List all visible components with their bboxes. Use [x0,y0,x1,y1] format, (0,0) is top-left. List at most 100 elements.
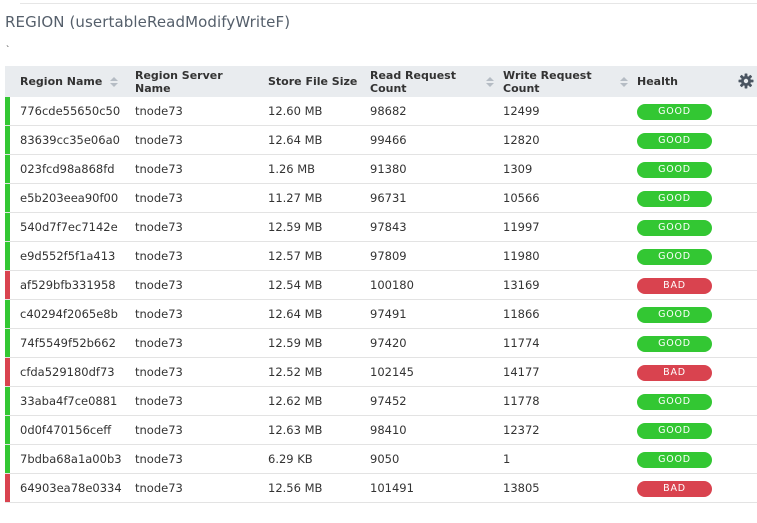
table-row[interactable]: 7bdba68a1a00b3 tnode73 6.29 KB 9050 1 GOOD [5,445,757,474]
health-indicator-bar [5,474,10,502]
health-cell: GOOD [627,393,747,410]
table-row[interactable]: 776cde55650c50 tnode73 12.60 MB 98682 12499 G… [5,97,757,126]
store-file-size-cell: 6.29 KB [268,452,313,466]
read-request-count-cell: 97809 [370,249,407,263]
sort-icon[interactable] [486,76,494,88]
read-request-count-cell: 98410 [370,423,407,437]
region-name-cell: 7bdba68a1a00b3 [20,452,122,466]
health-cell: GOOD [627,422,747,439]
health-cell: GOOD [627,335,747,352]
store-file-size-cell: 12.52 MB [268,365,323,379]
write-request-count-cell: 11774 [503,336,540,350]
region-server-cell: tnode73 [135,336,183,350]
table-row[interactable]: af529bfb331958 tnode73 12.54 MB 100180 13169… [5,271,757,300]
table-row[interactable]: cfda529180df73 tnode73 12.52 MB 102145 14177… [5,358,757,387]
table-row[interactable]: e5b203eea90f00 tnode73 11.27 MB 96731 10566 G… [5,184,757,213]
store-file-size-cell: 12.64 MB [268,133,323,147]
write-request-count-cell: 13169 [503,278,540,292]
column-header-label: Region Name [20,75,103,88]
health-indicator-bar [5,184,10,212]
table-row[interactable]: 540d7f7ec7142e tnode73 12.59 MB 97843 11997 G… [5,213,757,242]
status-badge: GOOD [637,190,712,207]
region-server-cell: tnode73 [135,452,183,466]
store-file-size-cell: 12.54 MB [268,278,323,292]
top-divider [20,3,757,4]
status-badge: GOOD [637,161,712,178]
column-header-store-file-size[interactable]: Store File Size [258,66,360,97]
sort-icon[interactable] [620,76,628,88]
health-indicator-bar [5,329,10,357]
table-row[interactable]: 0d0f470156ceff tnode73 12.63 MB 98410 12372 G… [5,416,757,445]
region-name-cell: 540d7f7ec7142e [20,220,118,234]
region-name-cell: cfda529180df73 [20,365,115,379]
read-request-count-cell: 101491 [370,481,414,495]
column-header-label: Write Request Count [503,68,592,95]
write-request-count-cell: 12372 [503,423,540,437]
health-cell: GOOD [627,451,747,468]
table-body: 776cde55650c50 tnode73 12.60 MB 98682 12499 G… [5,97,757,503]
read-request-count-cell: 97452 [370,394,407,408]
region-name-cell: c40294f2065e8b [20,307,118,321]
status-badge: GOOD [637,219,712,236]
status-badge: BAD [637,480,712,497]
health-cell: GOOD [627,103,747,120]
health-cell: BAD [627,277,747,294]
tick-mark: ` [6,45,10,56]
health-cell: BAD [627,364,747,381]
region-server-cell: tnode73 [135,481,183,495]
table-row[interactable]: 83639cc35e06a0 tnode73 12.64 MB 99466 12820 G… [5,126,757,155]
column-header-health[interactable]: Health [627,66,747,97]
region-server-cell: tnode73 [135,191,183,205]
table-row[interactable]: 023fcd98a868fd tnode73 1.26 MB 91380 1309 GOO… [5,155,757,184]
region-name-cell: af529bfb331958 [20,278,116,292]
health-indicator-bar [5,300,10,328]
read-request-count-cell: 100180 [370,278,414,292]
table-row[interactable]: 64903ea78e0334 tnode73 12.56 MB 101491 13805… [5,474,757,503]
region-name-cell: 83639cc35e06a0 [20,133,120,147]
read-request-count-cell: 91380 [370,162,407,176]
status-badge: BAD [637,277,712,294]
sort-icon[interactable] [110,76,119,88]
health-indicator-bar [5,242,10,270]
write-request-count-cell: 12499 [503,104,540,118]
read-request-count-cell: 99466 [370,133,407,147]
health-cell: GOOD [627,161,747,178]
region-table: Region Name Region Server Name Store Fil… [5,66,757,503]
column-header-label: Store File Size [268,75,358,88]
table-row[interactable]: 33aba4f7ce0881 tnode73 12.62 MB 97452 11778 G… [5,387,757,416]
table-row[interactable]: e9d552f5f1a413 tnode73 12.57 MB 97809 11980 G… [5,242,757,271]
status-badge: GOOD [637,422,712,439]
region-server-cell: tnode73 [135,365,183,379]
column-header-region-name[interactable]: Region Name [5,66,125,97]
table-row[interactable]: c40294f2065e8b tnode73 12.64 MB 97491 11866 G… [5,300,757,329]
region-name-cell: 64903ea78e0334 [20,481,122,495]
write-request-count-cell: 11980 [503,249,540,263]
column-header-region-server-name[interactable]: Region Server Name [125,66,258,97]
status-badge: GOOD [637,335,712,352]
column-header-read-request-count[interactable]: Read Request Count [360,66,494,97]
region-name-cell: 023fcd98a868fd [20,162,115,176]
read-request-count-cell: 97843 [370,220,407,234]
health-cell: GOOD [627,132,747,149]
store-file-size-cell: 1.26 MB [268,162,316,176]
status-badge: GOOD [637,306,712,323]
write-request-count-cell: 14177 [503,365,540,379]
write-request-count-cell: 11997 [503,220,540,234]
store-file-size-cell: 12.56 MB [268,481,323,495]
table-row[interactable]: 74f5549f52b662 tnode73 12.59 MB 97420 11774 G… [5,329,757,358]
gear-icon[interactable] [738,73,754,89]
column-header-write-request-count[interactable]: Write Request Count [493,66,628,97]
store-file-size-cell: 12.62 MB [268,394,323,408]
health-cell: GOOD [627,190,747,207]
status-badge: GOOD [637,451,712,468]
health-cell: GOOD [627,219,747,236]
write-request-count-cell: 1309 [503,162,533,176]
region-name-cell: e9d552f5f1a413 [20,249,116,263]
region-name-cell: 33aba4f7ce0881 [20,394,118,408]
write-request-count-cell: 10566 [503,191,540,205]
region-server-cell: tnode73 [135,394,183,408]
health-indicator-bar [5,416,10,444]
region-name-cell: e5b203eea90f00 [20,191,119,205]
region-server-cell: tnode73 [135,162,183,176]
status-badge: GOOD [637,248,712,265]
